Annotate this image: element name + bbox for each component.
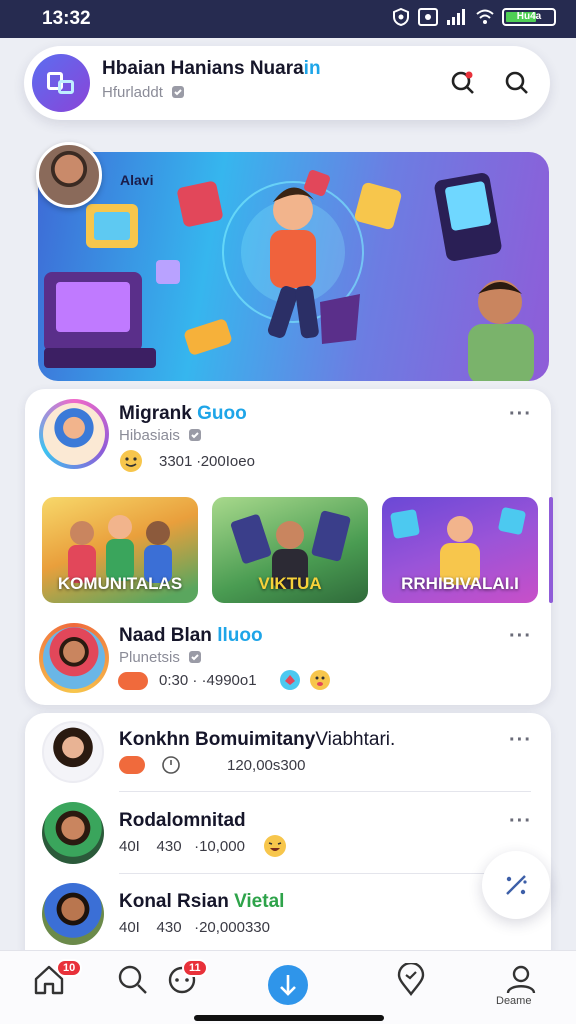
nav-chat[interactable]: 11 bbox=[166, 959, 208, 1003]
verified-icon bbox=[189, 651, 202, 663]
reaction-icon bbox=[310, 670, 330, 690]
divider bbox=[119, 791, 531, 792]
post-subtitle: Plunetsis bbox=[119, 649, 202, 666]
signal-icon bbox=[447, 9, 465, 25]
bottom-nav: 10 11 Deame bbox=[0, 950, 576, 1024]
stat-b: 430 bbox=[156, 919, 182, 936]
sparkle-icon bbox=[506, 875, 527, 895]
list-stats: 40I 430 ·20,000330 bbox=[119, 919, 270, 936]
nav-search[interactable] bbox=[116, 963, 156, 1003]
nav-create[interactable] bbox=[268, 965, 308, 1005]
tile-rrhibivalai[interactable]: RRHIBIVALAI.I bbox=[382, 497, 538, 603]
list-title[interactable]: Konal Rsian Vietal bbox=[119, 891, 284, 913]
post-title[interactable]: Naad Blan lluoo bbox=[119, 625, 263, 647]
laugh-emoji-icon bbox=[264, 835, 286, 857]
post-stats: 0:30 · ·4990o1 bbox=[159, 672, 257, 689]
location-pin-icon bbox=[397, 961, 425, 996]
list-stats: 120,00s300 bbox=[227, 757, 306, 774]
vpn-icon bbox=[393, 8, 409, 26]
post-title-accent: lluoo bbox=[217, 625, 263, 646]
list-title[interactable]: Konkhn BomuimitanyViabhtari. bbox=[119, 729, 395, 751]
notifications-search-button[interactable] bbox=[440, 60, 486, 106]
status-time: 13:32 bbox=[42, 8, 91, 29]
nav-location[interactable] bbox=[394, 961, 434, 1003]
more-options-button[interactable]: ··· bbox=[509, 729, 532, 752]
hero-illustration bbox=[44, 170, 534, 381]
profile-icon bbox=[506, 965, 536, 994]
tile-komunitas[interactable]: KOMUNITALAS bbox=[42, 497, 198, 603]
home-badge: 10 bbox=[56, 959, 83, 977]
post-title-accent: Guoo bbox=[197, 403, 247, 424]
header-title-accent: in bbox=[303, 58, 321, 79]
header-subtitle: Hfurladdt bbox=[102, 84, 185, 101]
list-title-tail: Viabhtari. bbox=[315, 729, 396, 750]
list-stats: 40I 430 ·10,000 bbox=[119, 838, 245, 855]
nav-home[interactable]: 10 bbox=[32, 959, 83, 1003]
post-subtitle: Hibasiais bbox=[119, 427, 202, 444]
battery-icon: Hu4a bbox=[502, 8, 556, 26]
chat-badge: 11 bbox=[182, 959, 208, 977]
verified-icon bbox=[172, 86, 185, 98]
post-subtitle-text: Plunetsis bbox=[119, 649, 180, 666]
tile-label: VIKTUA bbox=[258, 574, 322, 593]
header-card: Hbaian Hanians Nuarain Hfurladdt bbox=[24, 46, 550, 120]
group-card: Migrank Guoo Hibasiais 3301 ∙200Ioeo ···… bbox=[25, 389, 553, 705]
clock-icon bbox=[162, 756, 180, 774]
nav-profile-label: Deame bbox=[496, 995, 532, 1007]
status-icons: Hu4a bbox=[392, 8, 556, 26]
list-card: Konkhn BomuimitanyViabhtari. 120,00s300 … bbox=[25, 713, 551, 953]
stat-c: ·20,000330 bbox=[194, 919, 270, 936]
tile-label: KOMUNITALAS bbox=[57, 574, 183, 593]
live-pill-icon bbox=[118, 672, 148, 690]
verified-icon bbox=[189, 429, 202, 441]
post-title-main: Naad Blan bbox=[119, 625, 218, 646]
add-icon bbox=[280, 975, 296, 996]
status-bar: 13:32 Hu4a bbox=[0, 0, 576, 38]
post-title[interactable]: Migrank Guoo bbox=[119, 403, 247, 425]
wifi-icon bbox=[476, 9, 494, 24]
search-icon bbox=[118, 965, 147, 994]
header-title-main: Hbaian Hanians Nuara bbox=[102, 58, 304, 79]
post-title-main: Migrank bbox=[119, 403, 198, 424]
search-alert-icon bbox=[451, 71, 474, 94]
search-button[interactable] bbox=[494, 60, 540, 106]
list-title-text: Konkhn Bomuimitany bbox=[119, 729, 316, 750]
stat-c: ·10,000 bbox=[194, 838, 245, 855]
post-subtitle-text: Hibasiais bbox=[119, 427, 180, 444]
post-avatar[interactable] bbox=[39, 399, 109, 469]
home-indicator[interactable] bbox=[194, 1015, 384, 1021]
battery-label: Hu4a bbox=[516, 11, 542, 22]
post-avatar[interactable] bbox=[39, 623, 109, 693]
more-options-button[interactable]: ··· bbox=[509, 810, 532, 833]
list-avatar[interactable] bbox=[42, 802, 104, 864]
list-avatar[interactable] bbox=[42, 721, 104, 783]
more-options-button[interactable]: ··· bbox=[509, 403, 532, 426]
list-title[interactable]: Rodalomnitad bbox=[119, 810, 246, 832]
tile-label: RRHIBIVALAI.I bbox=[401, 574, 519, 593]
stat-a: 40I bbox=[119, 919, 140, 936]
floating-action-button[interactable] bbox=[482, 851, 550, 919]
stat-b: 430 bbox=[156, 838, 182, 855]
divider bbox=[119, 873, 531, 874]
live-pill-icon bbox=[119, 756, 145, 774]
stat-a: 40I bbox=[119, 838, 140, 855]
screen-icon bbox=[418, 8, 438, 26]
list-title-accent: Vietal bbox=[234, 891, 285, 912]
more-options-button[interactable]: ··· bbox=[509, 625, 532, 648]
list-title-main: Konal Rsian bbox=[119, 891, 235, 912]
list-avatar[interactable] bbox=[42, 883, 104, 945]
tile-viktua[interactable]: VIKTUA bbox=[212, 497, 368, 603]
app-logo[interactable] bbox=[32, 54, 90, 112]
hero-avatar[interactable] bbox=[36, 142, 102, 208]
header-subtitle-text: Hfurladdt bbox=[102, 84, 163, 101]
search-icon bbox=[505, 71, 528, 94]
post-stats: 3301 ∙200Ioeo bbox=[159, 453, 255, 470]
header-title: Hbaian Hanians Nuarain bbox=[102, 58, 321, 80]
emoji-icon bbox=[120, 450, 142, 472]
hero-banner[interactable]: Alavi bbox=[38, 152, 549, 381]
tile-peek bbox=[549, 497, 553, 603]
reaction-icon bbox=[280, 670, 300, 690]
